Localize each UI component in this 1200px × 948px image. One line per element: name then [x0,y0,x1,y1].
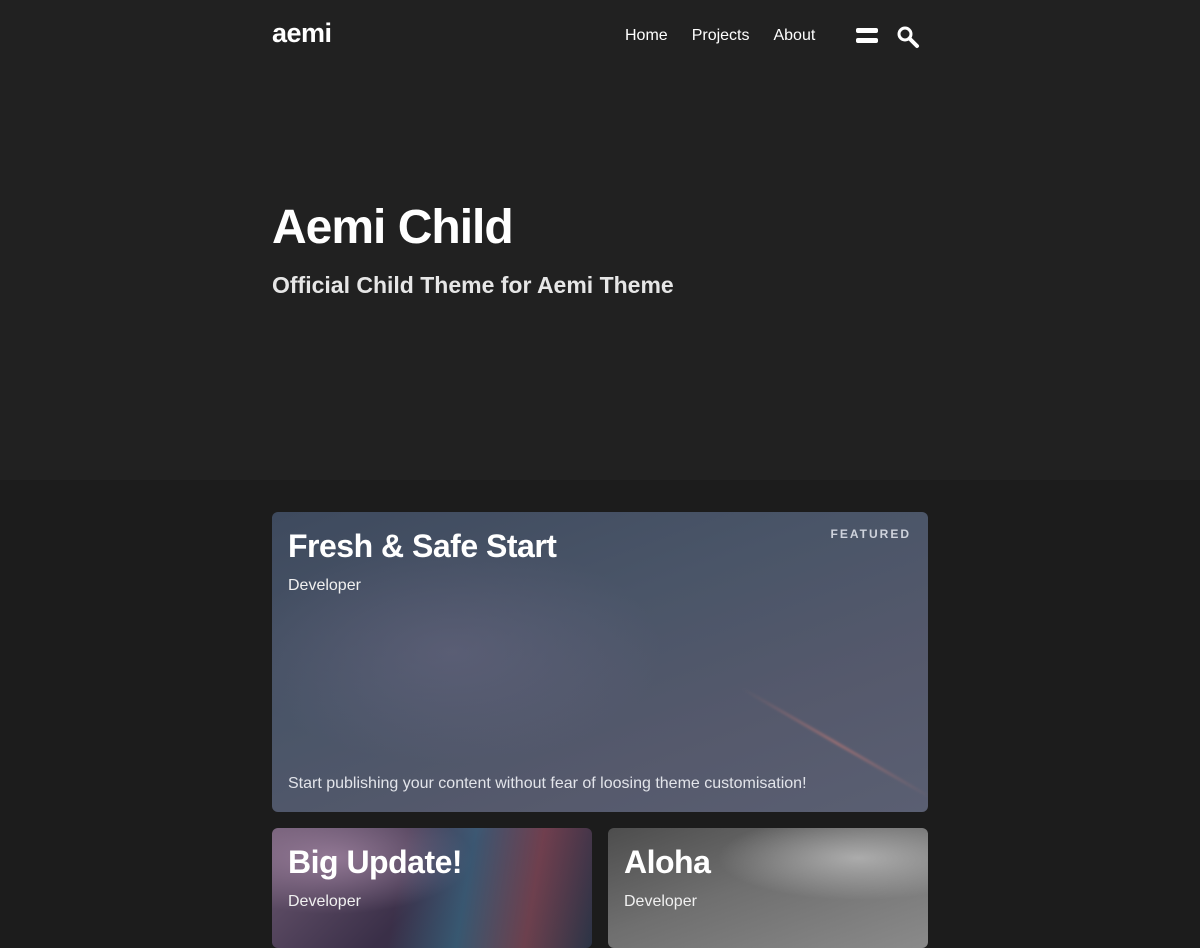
featured-badge: FEATURED [830,527,911,541]
post-card-big-update[interactable]: Big Update! Developer [272,828,592,948]
post-author: Developer [624,893,697,910]
site-logo[interactable]: aemi [272,18,332,49]
search-icon[interactable] [896,25,920,49]
post-author: Developer [288,577,361,594]
menu-icon[interactable] [856,27,878,45]
post-excerpt: Start publishing your content without fe… [288,775,807,792]
hero-subtitle: Official Child Theme for Aemi Theme [272,272,674,298]
featured-post-card[interactable]: Fresh & Safe Start Developer FEATURED St… [272,512,928,812]
post-list: Fresh & Safe Start Developer FEATURED St… [0,480,1200,948]
post-author: Developer [288,893,361,910]
post-title: Big Update! [288,844,463,880]
post-title: Aloha [624,844,711,880]
nav-item-home[interactable]: Home [613,26,680,46]
site-header: aemi Home Projects About Aemi Child Offi… [0,0,1200,480]
nav-item-about[interactable]: About [761,26,827,46]
post-title: Fresh & Safe Start [288,528,557,564]
menu-icon-bar-top [856,28,878,33]
menu-icon-bar-bottom [856,38,878,43]
post-card-aloha[interactable]: Aloha Developer [608,828,928,948]
main-nav: Home Projects About [613,26,827,46]
nav-item-projects[interactable]: Projects [680,26,762,46]
hero-title: Aemi Child [272,201,514,254]
